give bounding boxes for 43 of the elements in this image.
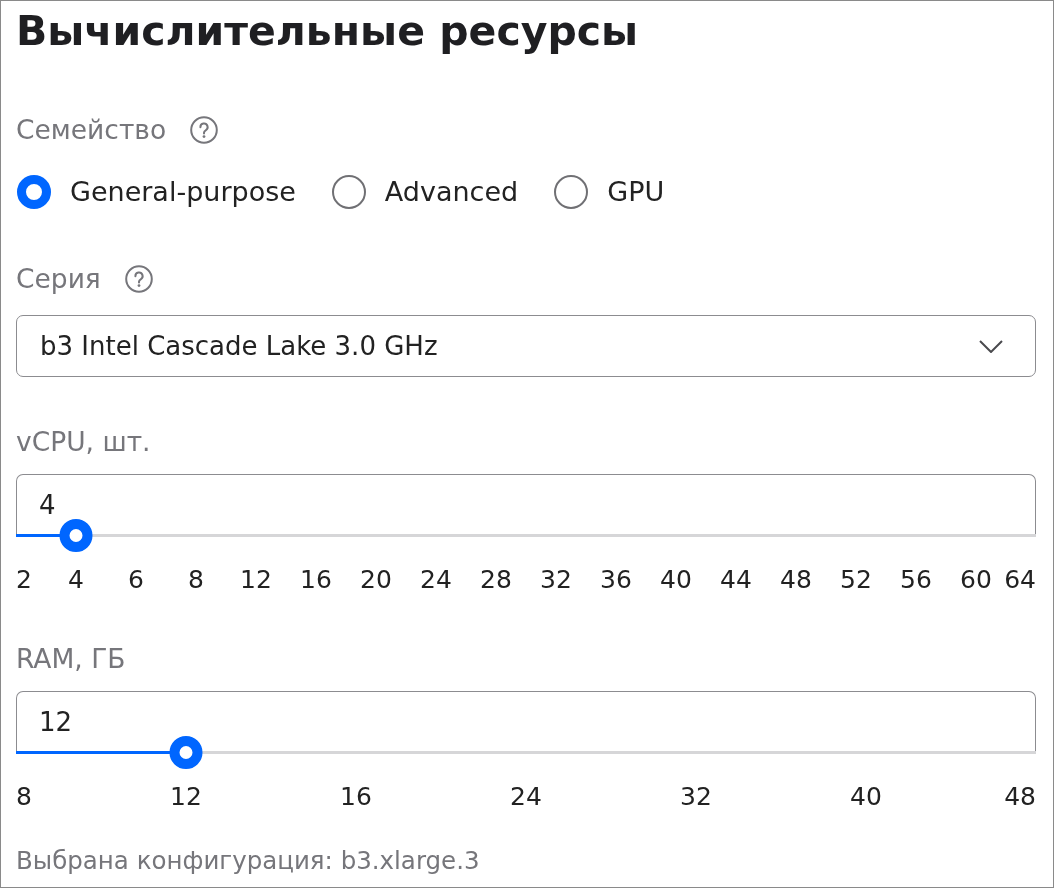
tick-label: 40 — [850, 782, 882, 812]
option-label[interactable]: GPU — [607, 175, 665, 209]
tick-label: 56 — [900, 565, 932, 595]
radio-button[interactable] — [554, 175, 589, 209]
option-label[interactable]: Advanced — [384, 175, 519, 209]
tick-label: 8 — [188, 565, 204, 595]
radio-button[interactable] — [17, 175, 51, 209]
tick-label: 44 — [720, 565, 752, 595]
tick-label: 24 — [510, 782, 542, 812]
tick-label: 48 — [1004, 782, 1036, 812]
configuration-summary: Выбрана конфигурация: b3.xlarge.3 — [16, 846, 480, 876]
field-label: RAM, ГБ — [16, 643, 126, 675]
tick-label: 20 — [360, 565, 392, 595]
tick-label: 36 — [600, 565, 632, 595]
tick-label: 24 — [420, 565, 452, 595]
number-field[interactable]: 4 — [16, 474, 1036, 534]
section-title: Вычислительные ресурсы — [16, 7, 639, 55]
radio-button[interactable] — [331, 175, 366, 209]
tick-label: 40 — [660, 565, 692, 595]
help-icon[interactable] — [190, 116, 219, 144]
tick-label: 8 — [16, 782, 32, 812]
tick-label: 16 — [300, 565, 332, 595]
option-label[interactable]: General-purpose — [70, 175, 296, 209]
tick-label: 32 — [680, 782, 712, 812]
tick-label: 2 — [16, 565, 32, 595]
series-dropdown[interactable]: b3 Intel Cascade Lake 3.0 GHz — [16, 315, 1036, 377]
tick-label: 28 — [480, 565, 512, 595]
tick-label: 16 — [340, 782, 372, 812]
tick-label: 60 — [960, 565, 992, 595]
tick-label: 32 — [540, 565, 572, 595]
tick-label: 12 — [170, 782, 202, 812]
tick-label: 64 — [1004, 565, 1036, 595]
help-icon[interactable] — [124, 265, 153, 293]
tick-label: 4 — [68, 565, 84, 595]
field-label: Серия — [16, 263, 101, 295]
tick-label: 12 — [240, 565, 272, 595]
tick-label: 52 — [840, 565, 872, 595]
number-field[interactable]: 12 — [16, 691, 1036, 751]
chevron-down-icon — [979, 339, 1003, 353]
field-label: Семейство — [16, 114, 167, 146]
field-label: vCPU, шт. — [16, 426, 151, 458]
tick-label: 48 — [780, 565, 812, 595]
tick-label: 6 — [128, 565, 144, 595]
